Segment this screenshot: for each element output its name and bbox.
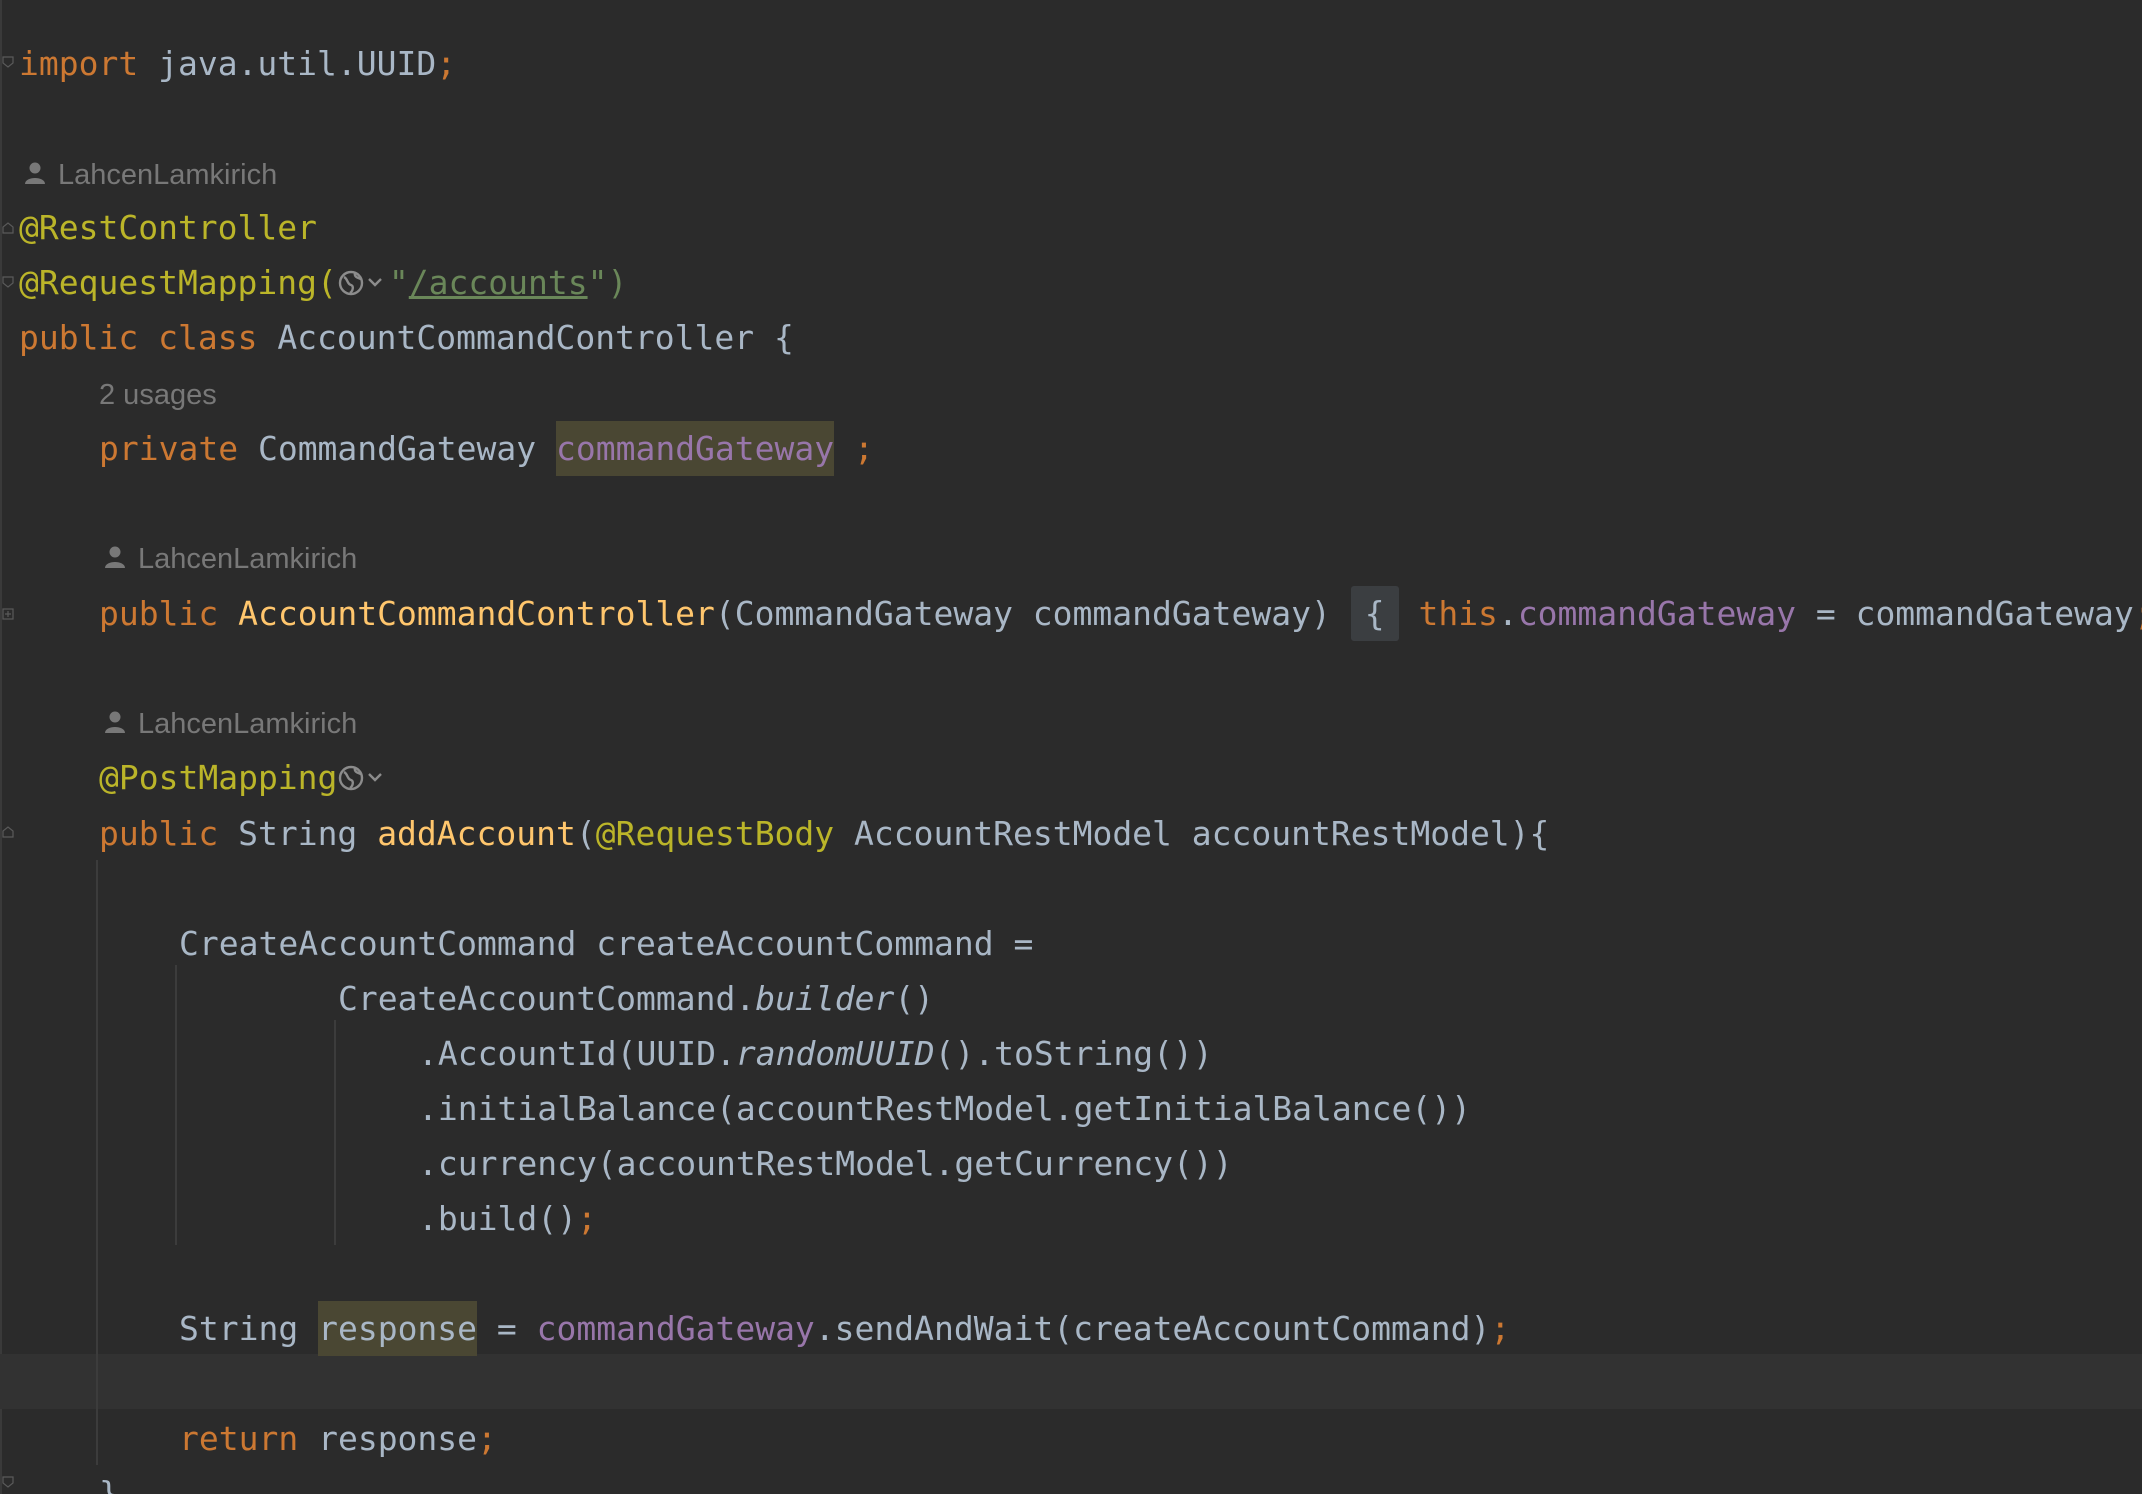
public-keyword: public (99, 814, 219, 853)
semicolon: ; (1490, 1309, 1511, 1348)
code-line-class-declaration[interactable]: public class AccountCommandController { (19, 310, 794, 365)
user-icon (25, 162, 45, 184)
post-mapping-annotation: @PostMapping (99, 758, 338, 797)
semicolon: ; (477, 1419, 497, 1458)
folded-brace[interactable]: { (1350, 586, 1399, 641)
class-keyword: class (158, 318, 258, 357)
fold-marker-icon[interactable] (2, 608, 14, 620)
gateway-reference: commandGateway (536, 1309, 815, 1348)
code-line-rest-controller[interactable]: @RestController (19, 200, 317, 255)
gateway-field-highlighted[interactable]: commandGateway (555, 421, 835, 476)
this-field: commandGateway (1517, 594, 1796, 633)
constructor-params: (CommandGateway commandGateway) (714, 594, 1331, 633)
author-name: LahcenLamkirich (58, 159, 278, 191)
author-hint[interactable]: LahcenLamkirich (104, 534, 357, 584)
builder-receiver: CreateAccountCommand. (338, 979, 756, 1018)
response-variable-highlighted[interactable]: response (318, 1301, 478, 1356)
usages-count: 2 usages (99, 379, 217, 411)
rest-controller-annotation: @RestController (19, 208, 318, 247)
public-keyword: public (99, 594, 219, 633)
request-body-annotation: @RequestBody (595, 814, 835, 853)
user-icon (105, 546, 125, 568)
code-line-currency[interactable]: .currency(accountRestModel.getCurrency()… (418, 1136, 1233, 1191)
this-keyword: this (1418, 594, 1498, 633)
random-uuid-call: randomUUID (735, 1034, 935, 1073)
field-type: CommandGateway (257, 429, 537, 468)
paren-open: ( (575, 814, 596, 853)
string-quote: " (388, 263, 409, 302)
indent-guide (175, 965, 177, 1245)
author-name: LahcenLamkirich (138, 543, 358, 575)
assign-operator: = (477, 1309, 537, 1348)
code-line-post-mapping[interactable]: @PostMapping (99, 750, 389, 805)
semicolon: ; (834, 429, 874, 468)
import-path: java.util.UUID (138, 44, 437, 83)
command-declaration: CreateAccountCommand createAccountComman… (179, 924, 1034, 963)
author-hint[interactable]: LahcenLamkirich (24, 150, 277, 200)
fold-marker-icon[interactable] (2, 222, 14, 234)
public-keyword: public (19, 318, 139, 357)
code-line-closing-brace[interactable]: } (99, 1466, 119, 1494)
mapping-path-link[interactable]: /accounts (409, 263, 588, 302)
semicolon: ; (436, 44, 457, 83)
code-line-field[interactable]: private CommandGateway commandGateway ; (99, 421, 874, 476)
account-id-prefix: .AccountId(UUID. (418, 1034, 736, 1073)
code-line-request-mapping[interactable]: @RequestMapping( "/accounts") (19, 255, 627, 310)
return-type: String (238, 814, 358, 853)
fold-marker-icon[interactable] (2, 276, 14, 288)
semicolon: ; (2134, 594, 2142, 633)
globe-icon[interactable] (337, 762, 389, 794)
class-name: AccountCommandController { (277, 318, 794, 357)
import-keyword: import (19, 44, 139, 83)
usages-hint[interactable]: 2 usages (99, 370, 217, 420)
code-line-initial-balance[interactable]: .initialBalance(accountRestModel.getInit… (418, 1081, 1471, 1136)
currency-call: .currency(accountRestModel.getCurrency()… (418, 1144, 1233, 1183)
code-line-method-signature[interactable]: public String addAccount(@RequestBody Ac… (99, 806, 1549, 861)
send-and-wait-call: .sendAndWait(createAccountCommand) (814, 1309, 1491, 1348)
builder-call: builder (755, 979, 895, 1018)
code-line-return[interactable]: return response; (179, 1411, 497, 1466)
return-keyword: return (179, 1419, 299, 1458)
method-name: addAccount (377, 814, 576, 853)
request-mapping-annotation: @RequestMapping( (19, 263, 337, 302)
return-value: response (298, 1419, 478, 1458)
code-line-account-id[interactable]: .AccountId(UUID.randomUUID().toString()) (418, 1026, 1213, 1081)
code-line-build[interactable]: .build(); (418, 1191, 597, 1246)
code-line-import[interactable]: import java.util.UUID; (19, 36, 456, 91)
fold-marker-icon[interactable] (2, 1476, 14, 1488)
builder-parens: () (894, 979, 935, 1018)
constructor-name: AccountCommandController (238, 594, 715, 633)
indent-guide (334, 1020, 336, 1245)
indent-guide (96, 860, 98, 1465)
string-quote-close: ") (587, 263, 628, 302)
globe-icon[interactable] (337, 267, 389, 299)
assign-rhs: = commandGateway (1795, 594, 2134, 633)
code-line-constructor[interactable]: public AccountCommandController(CommandG… (99, 586, 2142, 641)
dot: . (1497, 594, 1518, 633)
semicolon: ; (576, 1199, 597, 1238)
author-hint[interactable]: LahcenLamkirich (104, 699, 357, 749)
method-params: AccountRestModel accountRestModel){ (834, 814, 1550, 853)
build-call: .build() (418, 1199, 577, 1238)
code-editor[interactable]: import java.util.UUID; LahcenLamkirich @… (0, 0, 2142, 1494)
initial-balance-call: .initialBalance(accountRestModel.getInit… (418, 1089, 1471, 1128)
code-line-builder[interactable]: CreateAccountCommand.builder() (338, 971, 934, 1026)
private-keyword: private (99, 429, 239, 468)
code-line-command-declaration[interactable]: CreateAccountCommand createAccountComman… (179, 916, 1033, 971)
current-line-highlight (0, 1354, 2142, 1409)
string-type: String (179, 1309, 299, 1348)
user-icon (105, 711, 125, 733)
author-name: LahcenLamkirich (138, 708, 358, 740)
fold-marker-icon[interactable] (2, 826, 14, 838)
code-line-response[interactable]: String response = commandGateway.sendAnd… (179, 1301, 1510, 1356)
closing-brace: } (99, 1474, 119, 1494)
fold-marker-icon[interactable] (2, 56, 14, 68)
account-id-suffix: ().toString()) (934, 1034, 1213, 1073)
